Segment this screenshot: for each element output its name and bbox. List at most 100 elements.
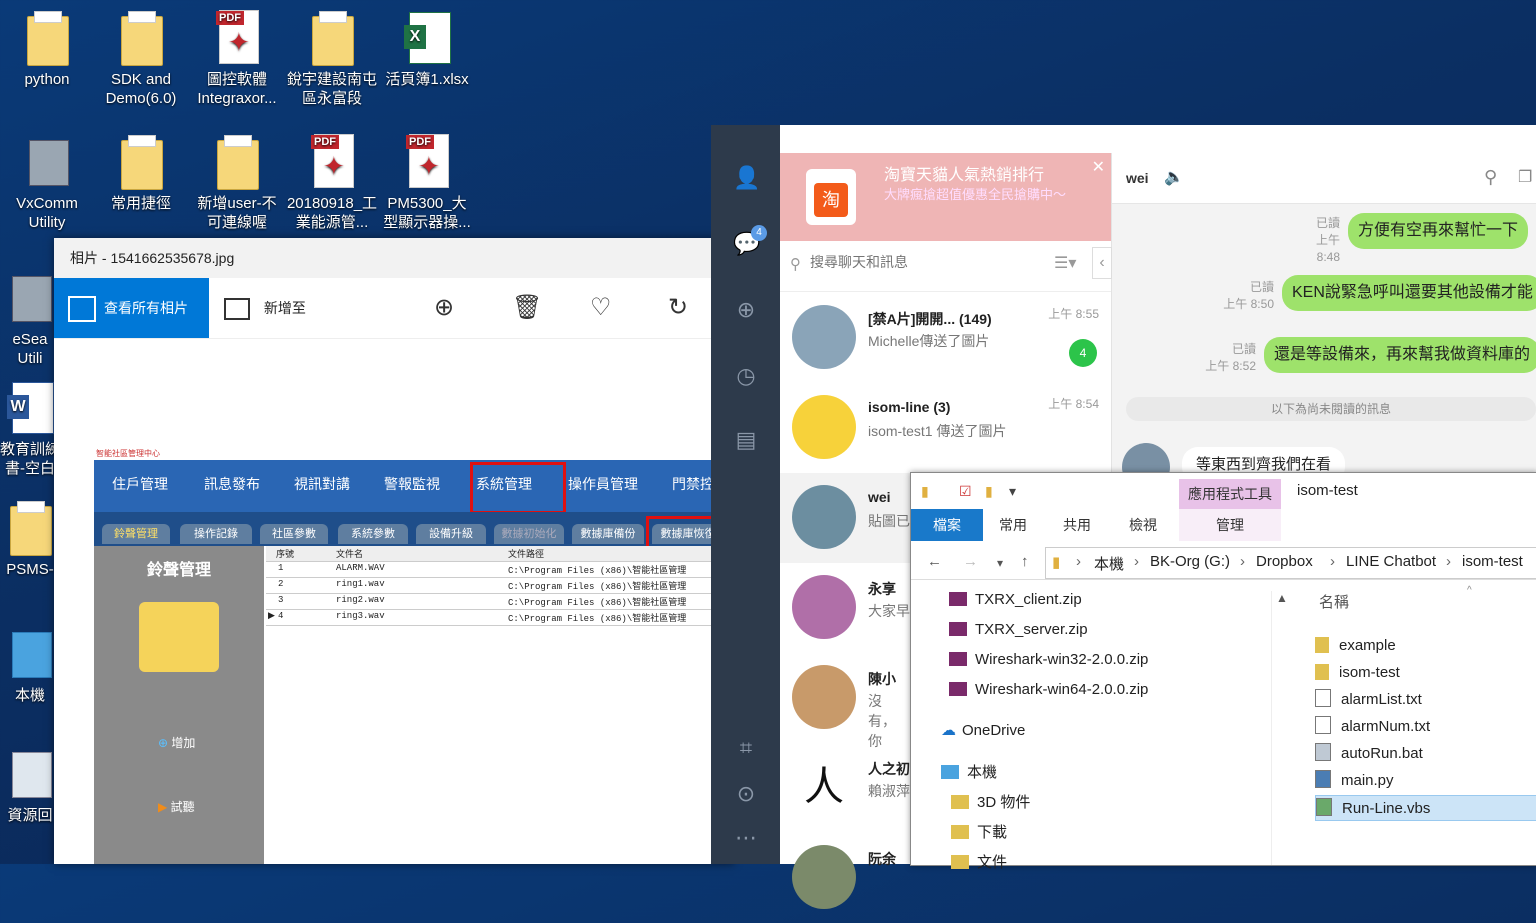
nav-item-onedrive[interactable]: ☁ OneDrive	[941, 721, 1025, 739]
separator-icon: ›	[1330, 553, 1335, 570]
search-icon[interactable]: ⚲	[1484, 167, 1497, 188]
nav-item-this-pc[interactable]: 本機	[941, 761, 997, 782]
column-header-name[interactable]: 名稱	[1319, 591, 1349, 612]
photo-content: 智能社區管理中心 住戶管理 訊息發布 視訊對講 警報監視 系統管理 操作員管理 …	[94, 448, 734, 864]
scroll-up-icon[interactable]: ▲	[1276, 591, 1288, 605]
nav-item[interactable]: 3D 物件	[951, 791, 1030, 812]
zoom-in-icon[interactable]: ⊕	[434, 294, 454, 322]
forward-icon[interactable]: →	[963, 553, 978, 570]
nav-item[interactable]: TXRX_client.zip	[949, 591, 1082, 608]
pdf-icon: PDF ✦	[403, 134, 451, 190]
window-icon[interactable]: ❐	[1518, 167, 1532, 187]
close-icon[interactable]: ✕	[1092, 157, 1105, 177]
avatar	[792, 395, 856, 459]
add-to-button[interactable]: 新增至	[224, 278, 306, 338]
side-title: 鈴聲管理	[146, 562, 211, 579]
crop-icon[interactable]: ⌗	[733, 735, 759, 761]
tab-manage[interactable]: 管理	[1179, 509, 1281, 541]
breadcrumb-item[interactable]: LINE Chatbot	[1346, 553, 1436, 570]
file-item[interactable]: example	[1315, 633, 1536, 659]
folder-icon	[1315, 664, 1329, 680]
file-item[interactable]: alarmList.txt	[1315, 687, 1536, 713]
desktop-icon-ruiyu[interactable]: 銳宇建設南屯區永富段	[285, 10, 379, 108]
text-file-icon	[1315, 689, 1331, 707]
batch-file-icon	[1315, 743, 1331, 761]
nav-item[interactable]: 下載	[951, 821, 1007, 842]
new-folder-icon[interactable]: ▮	[985, 483, 993, 500]
search-icon: ⚲	[790, 256, 801, 273]
desktop-icon-sdk[interactable]: SDK and Demo(6.0)	[94, 10, 188, 108]
chat-item[interactable]: isom-line (3) isom-test1 傳送了圖片 上午 8:54	[780, 383, 1111, 473]
breadcrumb-item[interactable]: 本機	[1094, 553, 1124, 574]
nav-item[interactable]: TXRX_server.zip	[949, 621, 1088, 638]
separator-icon: ›	[1134, 553, 1139, 570]
breadcrumb-item[interactable]: Dropbox	[1256, 553, 1313, 570]
desktop-icon-esea[interactable]: eSea Utili	[0, 270, 60, 368]
ad-banner[interactable]: 淘 淘寶天貓人氣熱銷排行 大牌瘋搶超值優惠全民搶購中～ ✕	[780, 153, 1111, 241]
tab-share[interactable]: 共用	[1047, 509, 1107, 541]
tab-file[interactable]: 檔案	[911, 509, 983, 541]
desktop-icon-this-pc[interactable]: 本機	[0, 626, 60, 705]
rotate-icon[interactable]: ↻	[668, 294, 688, 322]
play-icon: ▶	[158, 800, 168, 814]
breadcrumb[interactable]: ▮ › 本機 › BK-Org (G:) › Dropbox › LINE Ch…	[1045, 547, 1536, 579]
desktop-icon-shortcuts[interactable]: 常用捷徑	[94, 134, 188, 213]
ribbon: ▮ ☑ ▮ ▾ 應用程式工具 isom-test 檔案 常用 共用 檢視 管理	[911, 473, 1536, 543]
sort-icon: ^	[1467, 585, 1472, 596]
desktop-icon-word[interactable]: W 教育訓練書-空白	[0, 380, 60, 478]
python-file-icon	[1315, 770, 1331, 788]
recent-dropdown-icon[interactable]: ▾	[997, 556, 1003, 570]
breadcrumb-item[interactable]: BK-Org (G:)	[1150, 553, 1230, 570]
desktop-icon-recycle-bin[interactable]: 資源回	[0, 746, 60, 825]
more-icon[interactable]: ⋯	[733, 825, 759, 851]
profile-icon[interactable]: 👤	[733, 165, 760, 191]
properties-icon[interactable]: ☑	[959, 483, 972, 500]
file-item-selected[interactable]: Run-Line.vbs	[1315, 795, 1536, 821]
desktop-icon-psms[interactable]: PSMS-	[0, 500, 60, 579]
chats-icon[interactable]: 💬 4	[733, 225, 767, 257]
back-icon[interactable]: ←	[927, 553, 942, 570]
desktop-icon-label: eSea Utili	[12, 331, 48, 367]
timeline-icon[interactable]: ◷	[733, 363, 759, 389]
file-item[interactable]: autoRun.bat	[1315, 741, 1536, 767]
view-all-photos-button[interactable]: 查看所有相片	[54, 278, 209, 338]
add-ring-button: ⊕ 增加	[158, 736, 196, 750]
computer-icon	[6, 626, 54, 682]
breadcrumb-item[interactable]: isom-test	[1462, 553, 1523, 570]
file-item[interactable]: main.py	[1315, 768, 1536, 794]
photo-icon	[68, 296, 96, 322]
favorite-icon[interactable]: ♡	[590, 294, 612, 322]
menu-icon[interactable]: ☰▾	[1054, 253, 1076, 273]
desktop-icon-pm5300[interactable]: PDF ✦ PM5300_大型顯示器操...	[380, 134, 474, 232]
folder-icon	[117, 134, 165, 190]
desktop-icon-vxcomm[interactable]: VxComm Utility	[0, 134, 94, 232]
file-item[interactable]: isom-test	[1315, 660, 1536, 686]
subtab-log: 操作記錄	[180, 524, 252, 544]
nav-item[interactable]: Wireshark-win64-2.0.0.zip	[949, 681, 1148, 698]
up-icon[interactable]: ↑	[1021, 553, 1029, 570]
nav-item[interactable]: 文件	[951, 851, 1007, 872]
folder-icon	[117, 10, 165, 66]
collapse-icon[interactable]: ‹	[1092, 247, 1112, 279]
search-input[interactable]	[808, 253, 1042, 271]
delete-icon[interactable]: 🗑	[512, 294, 542, 322]
desktop-icon-20180918[interactable]: PDF ✦ 20180918_工業能源管...	[285, 134, 379, 232]
download-icon[interactable]: ⊙	[733, 781, 759, 807]
file-item[interactable]: alarmNum.txt	[1315, 714, 1536, 740]
desktop-icon-python[interactable]: python	[0, 10, 94, 89]
desktop-icon-xlsx[interactable]: X 活頁簿1.xlsx	[380, 10, 474, 89]
desktop-icon-label: PM5300_大型顯示器操...	[383, 195, 471, 231]
notes-icon[interactable]: ▤	[733, 427, 759, 453]
speaker-icon[interactable]: 🔈	[1164, 167, 1184, 187]
nav-item[interactable]: Wireshark-win32-2.0.0.zip	[949, 651, 1148, 668]
chat-item[interactable]: [禁A片]開開... (149) Michelle傳送了圖片 上午 8:55 4	[780, 293, 1111, 383]
line-sidebar: 👤 💬 4 ⊕ ◷ ▤ ⌗ ⊙ ⋯	[711, 125, 780, 864]
desktop-icon-newuser[interactable]: 新增user-不可連線喔	[190, 134, 284, 232]
nav-scrollbar[interactable]: ▲	[1271, 591, 1290, 865]
desktop-icon-integraxor[interactable]: PDF ✦ 圖控軟體 Integraxor...	[190, 10, 284, 108]
tab-view[interactable]: 檢視	[1113, 509, 1173, 541]
add-friend-icon[interactable]: ⊕	[733, 297, 759, 323]
customize-dropdown-icon[interactable]: ▾	[1009, 483, 1016, 500]
tab-home[interactable]: 常用	[983, 509, 1043, 541]
recycle-bin-icon	[6, 746, 54, 802]
